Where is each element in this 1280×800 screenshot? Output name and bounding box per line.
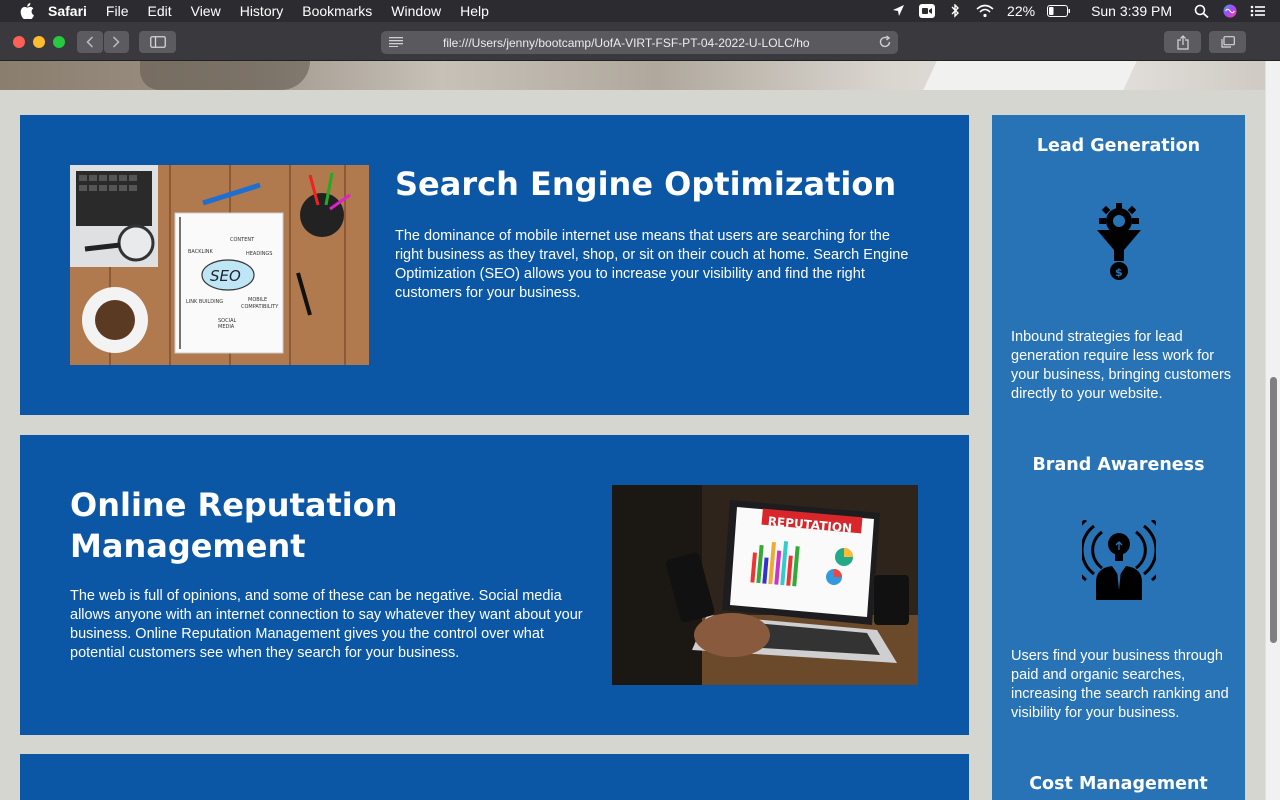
menu-view[interactable]: View — [191, 3, 221, 19]
menu-edit[interactable]: Edit — [147, 3, 171, 19]
svg-text:MOBILE: MOBILE — [248, 297, 267, 303]
menu-bar-clock[interactable]: Sun 3:39 PM — [1091, 3, 1172, 19]
chevron-right-icon — [113, 36, 120, 48]
tab-overview-button[interactable] — [1209, 31, 1246, 53]
menu-file[interactable]: File — [106, 3, 129, 19]
battery-icon[interactable] — [1047, 4, 1071, 18]
hero-image — [0, 61, 1265, 90]
macos-menu-bar: Safari File Edit View History Bookmarks … — [0, 0, 1280, 22]
reputation-description: The web is full of opinions, and some of… — [70, 588, 583, 661]
svg-text:CONTENT: CONTENT — [230, 237, 255, 243]
page-scrollbar[interactable] — [1265, 61, 1280, 800]
reputation-image: REPUTATION — [612, 485, 918, 685]
menu-history[interactable]: History — [240, 3, 284, 19]
window-close-button[interactable] — [13, 36, 25, 48]
siri-icon[interactable] — [1222, 4, 1238, 18]
sidebar-toggle-button[interactable] — [139, 31, 176, 53]
svg-text:SEO: SEO — [210, 267, 241, 285]
benefit-title-brand-awareness: Brand Awareness — [1032, 455, 1205, 475]
history-navigation — [77, 31, 130, 53]
address-bar-url[interactable]: file:///Users/jenny/bootcamp/UofA-VIRT-F… — [443, 36, 837, 50]
web-page: SEO CONTENT BACKLINK HEADINGS LINK BUILD… — [0, 61, 1265, 800]
reader-view-icon[interactable] — [389, 37, 403, 47]
reputation-section: Online Reputation Management The web is … — [20, 435, 969, 735]
control-center-list-icon[interactable] — [1250, 4, 1266, 18]
benefit-text-lead-generation: Inbound strategies for lead generation r… — [1011, 329, 1232, 402]
window-fullscreen-button[interactable] — [53, 36, 65, 48]
content-section-3 — [20, 754, 969, 800]
location-arrow-icon[interactable] — [891, 4, 907, 18]
battery-percentage: 22% — [1007, 3, 1036, 19]
tab-overview-icon — [1220, 36, 1235, 48]
browser-toolbar: file:///Users/jenny/bootcamp/UofA-VIRT-F… — [0, 22, 1280, 82]
svg-text:LINK BUILDING: LINK BUILDING — [186, 299, 223, 305]
sidebar-icon — [149, 36, 166, 48]
seo-image: SEO CONTENT BACKLINK HEADINGS LINK BUILD… — [70, 165, 369, 365]
svg-text:HEADINGS: HEADINGS — [246, 251, 272, 257]
benefit-text-brand-awareness: Users find your business through paid an… — [1011, 648, 1229, 721]
reload-icon[interactable] — [878, 35, 892, 49]
window-minimize-button[interactable] — [33, 36, 45, 48]
svg-text:MEDIA: MEDIA — [218, 324, 235, 330]
spotlight-search-icon[interactable] — [1194, 4, 1210, 18]
brand-awareness-icon — [1082, 520, 1156, 600]
menu-help[interactable]: Help — [460, 3, 489, 19]
reputation-title: Online Reputation Management — [70, 486, 398, 565]
zoom-icon[interactable] — [919, 4, 936, 18]
svg-text:BACKLINK: BACKLINK — [188, 249, 214, 255]
forward-button[interactable] — [103, 31, 129, 53]
benefit-title-cost-management: Cost Management — [1029, 774, 1208, 794]
scrollbar-thumb[interactable] — [1270, 377, 1277, 643]
address-bar[interactable]: file:///Users/jenny/bootcamp/UofA-VIRT-F… — [381, 31, 898, 54]
bluetooth-icon[interactable] — [947, 4, 963, 18]
chevron-left-icon — [86, 36, 93, 48]
seo-section: SEO CONTENT BACKLINK HEADINGS LINK BUILD… — [20, 115, 969, 415]
svg-text:COMPATIBILITY: COMPATIBILITY — [241, 304, 279, 310]
share-icon — [1176, 34, 1189, 50]
menu-window[interactable]: Window — [391, 3, 441, 19]
share-button[interactable] — [1164, 31, 1201, 53]
menu-app-name[interactable]: Safari — [48, 3, 87, 19]
seo-title: Search Engine Optimization — [395, 165, 897, 203]
wifi-icon[interactable] — [975, 4, 995, 18]
lead-generation-funnel-icon: $ — [1097, 203, 1141, 280]
menu-bookmarks[interactable]: Bookmarks — [302, 3, 372, 19]
seo-description: The dominance of mobile internet use mea… — [395, 228, 909, 301]
benefits-sidebar: Lead Generation $ Inbound strategies for… — [992, 115, 1245, 800]
apple-logo-icon[interactable] — [20, 3, 34, 19]
back-button[interactable] — [77, 31, 103, 53]
svg-text:$: $ — [1115, 266, 1123, 279]
benefit-title-lead-generation: Lead Generation — [1036, 136, 1201, 156]
